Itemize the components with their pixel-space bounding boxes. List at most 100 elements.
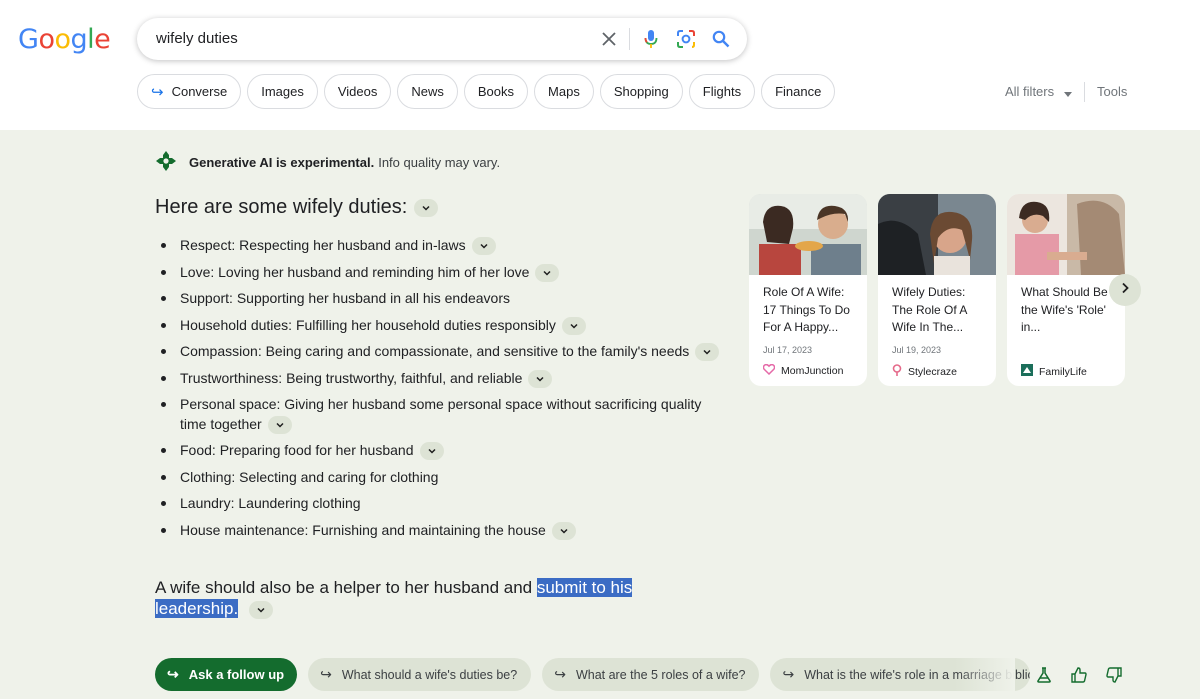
clear-icon[interactable]: [597, 27, 621, 51]
source-card[interactable]: Role Of A Wife: 17 Things To Do For A Ha…: [749, 194, 867, 386]
tab-flights[interactable]: Flights: [688, 74, 756, 109]
tab-label: Images: [261, 84, 304, 99]
search-box[interactable]: wifely duties: [137, 18, 747, 60]
duty-item: House maintenance: Furnishing and mainta…: [160, 521, 720, 541]
chevron-right-icon: [1120, 281, 1130, 299]
expand-chevron-icon[interactable]: [471, 237, 496, 256]
tab-books[interactable]: Books: [463, 74, 529, 109]
duty-item: Household duties: Fulfilling her househo…: [160, 316, 720, 336]
logo-letter: l: [87, 24, 95, 55]
duty-item: Personal space: Giving her husband some …: [160, 395, 720, 434]
source-card[interactable]: What Should Be the Wife's 'Role' in... F…: [1007, 194, 1125, 386]
source-card[interactable]: Wifely Duties: The Role Of A Wife In The…: [878, 194, 996, 386]
tab-shopping[interactable]: Shopping: [599, 74, 683, 109]
duty-item: Compassion: Being caring and compassiona…: [160, 342, 720, 362]
logo-letter: e: [94, 24, 111, 55]
pin-logo-icon: [892, 364, 902, 379]
converse-arrow-icon: ↪: [151, 83, 164, 101]
search-tabs: ↪ Converse Images Videos News Books Maps …: [137, 74, 836, 109]
tab-videos[interactable]: Videos: [323, 74, 392, 109]
duty-text: Clothing: Selecting and caring for cloth…: [180, 468, 439, 485]
logo-letter: o: [38, 24, 55, 55]
summary-text: A wife should also be a helper to her hu…: [155, 577, 635, 619]
expand-chevron-icon[interactable]: [267, 415, 292, 434]
tools-button[interactable]: Tools: [1097, 84, 1127, 99]
card-source: Stylecraze: [892, 364, 957, 379]
expand-chevron-icon[interactable]: [551, 521, 576, 540]
notice-text: Info quality may vary.: [378, 155, 501, 170]
notice-bold: Generative AI is experimental.: [189, 155, 375, 170]
card-thumbnail: [749, 194, 867, 275]
google-logo[interactable]: Google: [18, 24, 111, 55]
tab-label: Videos: [337, 84, 378, 99]
sge-logo-icon: [155, 150, 177, 175]
logo-letter: o: [54, 24, 71, 55]
divider: [629, 28, 630, 50]
tab-news[interactable]: News: [397, 74, 458, 109]
tab-label: Converse: [171, 84, 228, 99]
tab-converse[interactable]: ↪ Converse: [137, 74, 242, 109]
expand-chevron-icon[interactable]: [419, 442, 444, 461]
expand-chevron-icon[interactable]: [528, 369, 553, 388]
source-name: FamilyLife: [1039, 365, 1087, 378]
card-source: FamilyLife: [1021, 364, 1087, 379]
follow-arrow-icon: ↪: [320, 666, 332, 682]
heart-logo-icon: [762, 363, 776, 378]
duty-item: Clothing: Selecting and caring for cloth…: [160, 468, 720, 488]
ask-follow-up-button[interactable]: ↪ Ask a follow up: [155, 658, 298, 691]
microphone-icon[interactable]: [639, 27, 663, 51]
search-icon[interactable]: [709, 27, 733, 51]
duty-text: Household duties: Fulfilling her househo…: [180, 316, 556, 333]
suggestion-chip[interactable]: ↪ What are the 5 roles of a wife?: [542, 658, 760, 691]
duty-item: Respect: Respecting her husband and in-l…: [160, 236, 720, 256]
duties-list: Respect: Respecting her husband and in-l…: [160, 236, 720, 547]
card-thumbnail: [1007, 194, 1125, 275]
duty-text: House maintenance: Furnishing and mainta…: [180, 521, 546, 538]
duty-text: Compassion: Being caring and compassiona…: [180, 343, 690, 359]
card-title: Role Of A Wife: 17 Things To Do For A Ha…: [763, 285, 850, 334]
suggestion-chip[interactable]: ↪ What should a wife's duties be?: [308, 658, 532, 691]
tab-label: Books: [477, 84, 515, 99]
all-filters-button[interactable]: All filters: [1005, 84, 1072, 100]
header: Google wifely duties ↪ Converse Images V…: [0, 0, 1200, 130]
tab-maps[interactable]: Maps: [534, 74, 594, 109]
overview-heading: Here are some wifely duties:: [155, 196, 439, 219]
thumbs-up-icon[interactable]: [1069, 665, 1089, 685]
next-arrow-button[interactable]: [1109, 274, 1141, 306]
duty-item: Laundry: Laundering clothing: [160, 494, 720, 514]
suggestion-label: What are the 5 roles of a wife?: [575, 667, 746, 682]
duty-text: Trustworthiness: Being trustworthy, fait…: [180, 369, 523, 386]
lens-icon[interactable]: [674, 27, 698, 51]
expand-chevron-icon[interactable]: [695, 343, 720, 362]
expand-chevron-icon[interactable]: [414, 198, 439, 217]
duty-text: Laundry: Laundering clothing: [180, 495, 361, 511]
expand-chevron-icon[interactable]: [248, 600, 273, 619]
duty-item: Food: Preparing food for her husband: [160, 441, 720, 461]
duty-item: Support: Supporting her husband in all h…: [160, 289, 720, 309]
expand-chevron-icon[interactable]: [535, 263, 560, 282]
all-filters-label: All filters: [1005, 84, 1055, 99]
source-name: MomJunction: [781, 365, 844, 377]
source-cards: Role Of A Wife: 17 Things To Do For A Ha…: [749, 194, 1125, 386]
card-thumbnail: [878, 194, 996, 275]
tab-label: Maps: [548, 84, 580, 99]
duty-text: Love: Loving her husband and reminding h…: [180, 263, 530, 280]
summary-plain: A wife should also be a helper to her hu…: [155, 578, 533, 597]
heading-text: Here are some wifely duties:: [155, 196, 408, 218]
tab-label: News: [411, 84, 444, 99]
tab-finance[interactable]: Finance: [761, 74, 836, 109]
follow-arrow-icon: ↪: [782, 666, 795, 682]
thumbs-down-icon[interactable]: [1104, 665, 1124, 685]
duty-text: Respect: Respecting her husband and in-l…: [180, 237, 466, 253]
expand-chevron-icon[interactable]: [561, 316, 586, 335]
follow-up-bar: ↪ Ask a follow up ↪ What should a wife's…: [155, 658, 1031, 691]
tab-images[interactable]: Images: [247, 74, 318, 109]
duty-item: Trustworthiness: Being trustworthy, fait…: [160, 369, 720, 389]
source-name: Stylecraze: [908, 365, 958, 378]
duty-text: Personal space: Giving her husband some …: [180, 396, 702, 432]
duty-text: Food: Preparing food for her husband: [180, 442, 414, 458]
search-input[interactable]: wifely duties: [156, 30, 238, 47]
ai-overview-panel: Generative AI is experimental. Info qual…: [0, 130, 1200, 699]
labs-flask-icon[interactable]: [1034, 665, 1054, 685]
follow-arrow-icon: ↪: [554, 666, 566, 682]
